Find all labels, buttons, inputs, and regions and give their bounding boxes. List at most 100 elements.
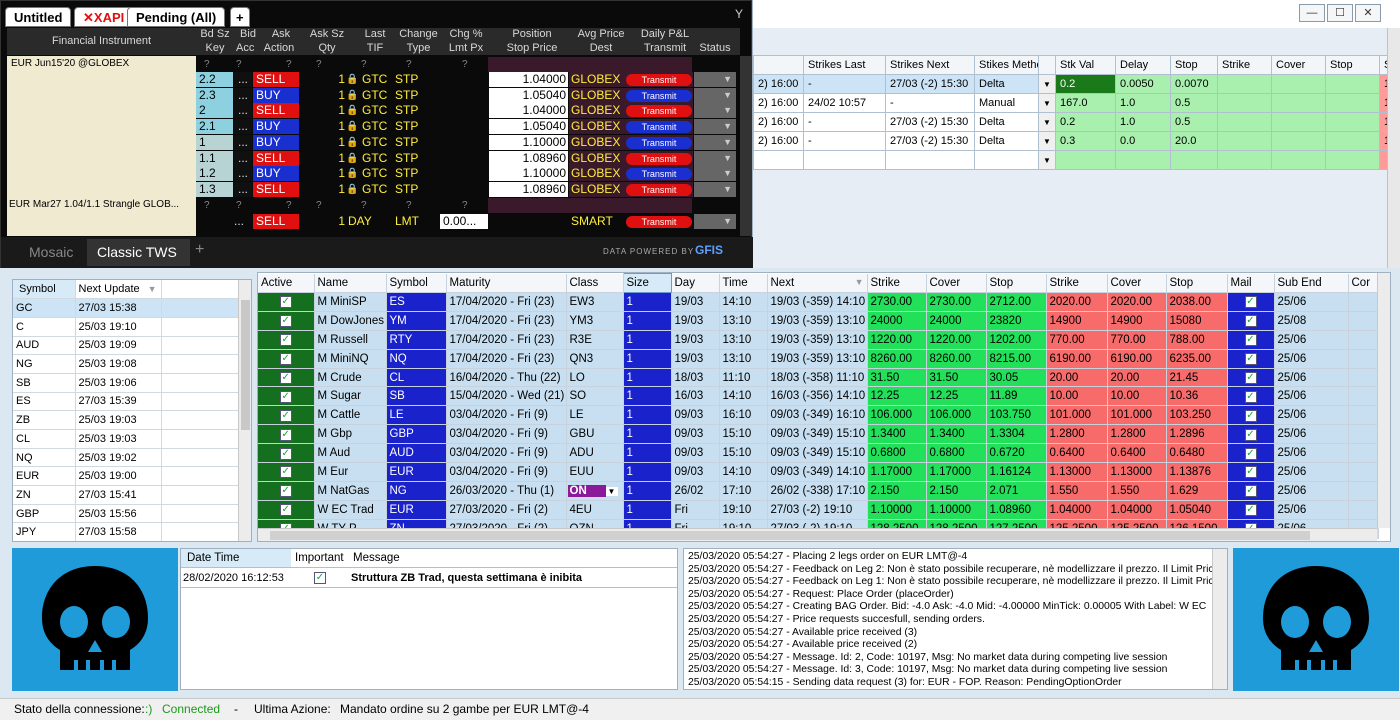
alerts-col-message[interactable]: Message [353,549,400,567]
transmit-button[interactable]: Transmit [626,74,692,86]
transmit-button[interactable]: Transmit [626,168,692,181]
active-checkbox[interactable]: ✓ [279,428,292,441]
strikes-row[interactable]: 2) 16:00-27/03 (-2) 15:30 Delta ▼ 0.3 0.0 20.… [753,131,1388,151]
status-dropdown[interactable]: ▼ [694,181,736,197]
mail-cell[interactable]: ✓ [1227,443,1275,464]
method-dropdown-arrow-icon[interactable]: ▼ [1038,74,1056,94]
strangle-order-row[interactable]: ... SELL 1 DAY LMT 0.00... SMART Transmit ▼ [196,214,740,230]
symbols-scroll-thumb[interactable] [241,300,250,430]
strategy-size[interactable]: 1 [623,481,672,501]
alerts-col-datetime[interactable]: Date Time [181,549,291,567]
main-hscrollbar[interactable] [258,528,1377,541]
order-stop[interactable]: 1.04000 [489,103,568,119]
strategy-size[interactable]: 1 [623,349,672,369]
strategy-name[interactable]: M DowJones [314,311,387,331]
method-select[interactable]: Delta [974,74,1039,94]
main-header-cell[interactable]: Time [719,273,768,293]
active-cell[interactable]: ✓ [258,424,315,445]
active-cell[interactable]: ✓ [258,443,315,464]
status-dropdown[interactable]: ▼ [694,119,736,135]
mail-cell[interactable]: ✓ [1227,368,1275,388]
status-dropdown[interactable]: ▼ [694,166,736,182]
strikes-header-cell[interactable]: Stop [1170,55,1218,75]
main-header-cell[interactable]: Name [314,273,387,293]
main-row[interactable]: ✓ M MiniSP ES 17/04/2020 - Fri (23) EW3 1 19/0… [258,292,1379,312]
mail-cell[interactable]: ✓ [1227,481,1275,501]
order-action[interactable]: SELL [253,181,299,197]
main-hscroll-thumb[interactable] [270,531,1310,540]
order-action[interactable]: SELL [253,214,299,230]
active-cell[interactable]: ✓ [258,500,315,520]
tab-pending[interactable]: Pending (All) [127,7,226,27]
strategy-name[interactable]: M Sugar [314,386,387,407]
main-header-cell[interactable]: Cover [1107,273,1167,293]
strategy-size[interactable]: 1 [623,443,672,464]
method-select[interactable]: Manual [974,93,1039,113]
order-stop[interactable]: 1.10000 [489,134,568,150]
strikes-header-cell[interactable] [1038,55,1056,75]
order-action[interactable]: SELL [253,103,299,119]
tab-untitled[interactable]: Untitled [5,7,72,27]
symbol-row[interactable]: ZB 25/03 19:03 [13,410,239,430]
order-stop[interactable]: 1.10000 [489,166,568,182]
status-dropdown[interactable]: ▼ [694,72,736,87]
main-header-cell[interactable]: Cover [926,273,987,293]
symbol-row[interactable]: CL 25/03 19:03 [13,429,239,449]
active-checkbox[interactable]: ✓ [279,334,292,347]
alert-row[interactable]: 28/02/2020 16:12:53 ✓ Struttura ZB Trad,… [181,569,677,588]
class-select-value[interactable]: ON [567,484,606,497]
symbol-row[interactable]: GC 27/03 15:38 [13,298,239,318]
instrument-strangle[interactable]: EUR Mar27 1.04/1.1 Strangle GLOB... [9,199,195,210]
symbol-row[interactable]: NQ 25/03 19:02 [13,448,239,468]
mail-checkbox[interactable]: ✓ [1244,409,1257,422]
main-header-cell[interactable]: Strike [867,273,927,293]
active-checkbox[interactable]: ✓ [279,372,292,384]
main-header-cell[interactable]: Mail [1227,273,1275,293]
active-checkbox[interactable]: ✓ [279,504,292,517]
method-select[interactable] [974,150,1039,170]
strategy-name[interactable]: M MiniNQ [314,349,387,369]
order-row[interactable]: 1.3... SELL 1 🔒 GTC STP 1.08960 GLOBEX Transmit ▼ [196,181,740,197]
transmit-button[interactable]: Transmit [626,121,692,134]
transmit-button[interactable]: Transmit [626,136,692,149]
active-checkbox[interactable]: ✓ [279,296,292,309]
tab-classic-tws[interactable]: Classic TWS [87,239,190,266]
mail-cell[interactable]: ✓ [1227,424,1275,445]
strategy-size[interactable]: 1 [623,386,672,407]
important-checkbox[interactable]: ✓ [314,572,326,584]
mail-cell[interactable]: ✓ [1227,462,1275,482]
order-row[interactable]: 1.1... SELL 1 🔒 GTC STP 1.08960 GLOBEX Transmit ▼ [196,150,740,166]
order-action[interactable]: BUY [253,119,299,135]
active-cell[interactable]: ✓ [258,349,315,369]
strikes-row[interactable]: 2) 16:00-27/03 (-2) 15:30 Delta ▼ 0.2 1.0 0.5… [753,112,1388,132]
strikes-row[interactable]: 2) 16:0024/02 10:57-Manual▼167.01.00.51( [753,93,1388,113]
active-cell[interactable]: ✓ [258,311,315,331]
order-row[interactable]: 2... SELL 1 🔒 GTC STP 1.04000 GLOBEX Transmit ▼ [196,103,740,119]
mail-cell[interactable]: ✓ [1227,311,1275,331]
mail-checkbox[interactable]: ✓ [1244,353,1257,366]
mail-checkbox[interactable]: ✓ [1244,296,1257,309]
active-checkbox[interactable]: ✓ [279,353,292,366]
mail-checkbox[interactable]: ✓ [1244,334,1257,347]
close-button[interactable]: ✕ [1355,4,1381,22]
order-row[interactable]: 2.1... BUY 1 🔒 GTC STP 1.05040 GLOBEX Transmit ▼ [196,119,740,135]
mail-checkbox[interactable]: ✓ [1244,372,1257,384]
strategy-size[interactable]: 1 [623,368,672,388]
order-row[interactable]: 1... BUY 1 🔒 GTC STP 1.10000 GLOBEX Transmit ▼ [196,134,740,150]
strikes-row[interactable]: 2) 16:00-27/03 (-2) 15:30 Delta ▼ 0.2 0.0050… [753,74,1388,94]
mail-cell[interactable]: ✓ [1227,349,1275,369]
status-dropdown[interactable]: ▼ [694,87,736,103]
mail-cell[interactable]: ✓ [1227,500,1275,520]
main-row[interactable]: ✓ M DowJones YM 17/04/2020 - Fri (23) YM3 1 19… [258,311,1379,331]
tab-xapi[interactable]: ✕XAPI [74,7,134,27]
main-vscrollbar[interactable] [1377,273,1390,528]
add-tab-button[interactable]: + [230,7,250,27]
strategy-size[interactable]: 1 [623,311,672,331]
transmit-button[interactable]: Transmit [626,89,692,102]
instrument-futures[interactable]: EUR Jun15'20 @GLOBEX [11,58,129,69]
main-row[interactable]: ✓ W EC Trad EUR 27/03/2020 - Fri (2) 4EU 1 Fri… [258,500,1379,520]
strikes-header-cell[interactable]: Strike [1217,55,1272,75]
main-header-cell[interactable]: Stop [1166,273,1228,293]
strategy-name[interactable]: M Crude [314,368,387,388]
tab-mosaic[interactable]: Mosaic [29,244,73,260]
